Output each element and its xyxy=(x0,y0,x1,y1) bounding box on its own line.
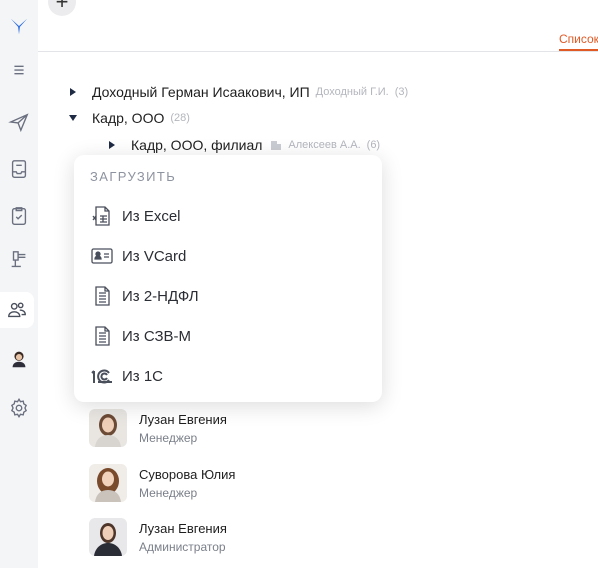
menu-item-szvm[interactable]: Из СЗВ-М xyxy=(90,321,360,351)
sidebar xyxy=(0,0,38,568)
employee-name: Лузан Евгения xyxy=(139,520,227,536)
1c-logo-icon xyxy=(91,369,112,384)
inbox-icon[interactable] xyxy=(0,151,38,187)
tree-item-label: Кадр, ООО xyxy=(92,110,165,126)
building-icon xyxy=(271,141,282,150)
header-divider xyxy=(38,51,598,52)
add-button-label: + xyxy=(55,0,69,14)
employee-row[interactable]: Суворова Юлия Менеджер xyxy=(89,464,235,502)
upload-menu-title: ЗАГРУЗИТЬ xyxy=(90,169,177,184)
avatar xyxy=(89,464,127,502)
menu-item-label: Из VCard xyxy=(122,247,187,265)
vcard-icon xyxy=(91,248,113,264)
employee-name: Лузан Евгения xyxy=(139,411,227,427)
menu-item-label: Из 2-НДФЛ xyxy=(122,287,199,305)
menu-item-2ndfl[interactable]: Из 2-НДФЛ xyxy=(90,281,360,311)
tree-item-kadr[interactable]: Кадр, ООО (28) xyxy=(68,110,190,126)
upload-menu: ЗАГРУЗИТЬ Из Excel Из VCard Из 2-НДФЛ Из… xyxy=(74,155,382,402)
avatar xyxy=(89,409,127,447)
employee-role: Администратор xyxy=(139,539,226,554)
caret-down-icon[interactable] xyxy=(68,113,78,123)
tree-item-count: (3) xyxy=(394,86,409,98)
employee-name: Суворова Юлия xyxy=(139,466,236,482)
employee-role: Менеджер xyxy=(139,430,198,445)
people-icon[interactable] xyxy=(0,292,34,328)
tree-item-owner: Доходный Г.И. xyxy=(315,86,389,98)
employee-role: Менеджер xyxy=(139,485,198,500)
menu-item-label: Из СЗВ-М xyxy=(122,327,192,345)
tree-item-kadr-branch[interactable]: Кадр, ООО, филиал Алексеев А.А. (6) xyxy=(107,137,380,153)
logo-icon[interactable] xyxy=(0,8,38,44)
document-icon xyxy=(95,326,110,346)
add-button[interactable]: + xyxy=(48,0,76,16)
caret-right-icon[interactable] xyxy=(107,140,117,150)
document-icon xyxy=(95,286,110,306)
tree-item-label: Доходный Герман Исаакович, ИП xyxy=(92,84,310,100)
menu-item-vcard[interactable]: Из VCard xyxy=(90,241,360,271)
tree-item-count: (28) xyxy=(170,112,190,124)
user-avatar[interactable] xyxy=(0,341,38,377)
employee-row[interactable]: Лузан Евгения Менеджер xyxy=(89,409,227,447)
clipboard-check-icon[interactable] xyxy=(0,198,38,234)
menu-item-label: Из 1С xyxy=(122,367,164,385)
tree-item-owner: Алексеев А.А. xyxy=(288,139,361,151)
menu-icon[interactable] xyxy=(0,52,38,88)
caret-right-icon[interactable] xyxy=(68,87,78,97)
tree-item-dohodny[interactable]: Доходный Герман Исаакович, ИП Доходный Г… xyxy=(68,84,408,100)
avatar xyxy=(89,518,127,556)
menu-item-label: Из Excel xyxy=(122,207,181,225)
menu-item-1c[interactable]: Из 1С xyxy=(90,361,360,391)
gear-icon[interactable] xyxy=(0,390,38,426)
tree-item-count: (6) xyxy=(366,139,381,151)
send-icon[interactable] xyxy=(0,104,38,140)
tree-item-label: Кадр, ООО, филиал xyxy=(131,137,263,153)
excel-file-icon xyxy=(92,206,110,226)
hammer-icon[interactable] xyxy=(0,242,38,278)
menu-item-excel[interactable]: Из Excel xyxy=(90,201,360,231)
employee-row[interactable]: Лузан Евгения Администратор xyxy=(89,518,227,556)
tab-list[interactable]: Список xyxy=(559,32,598,46)
